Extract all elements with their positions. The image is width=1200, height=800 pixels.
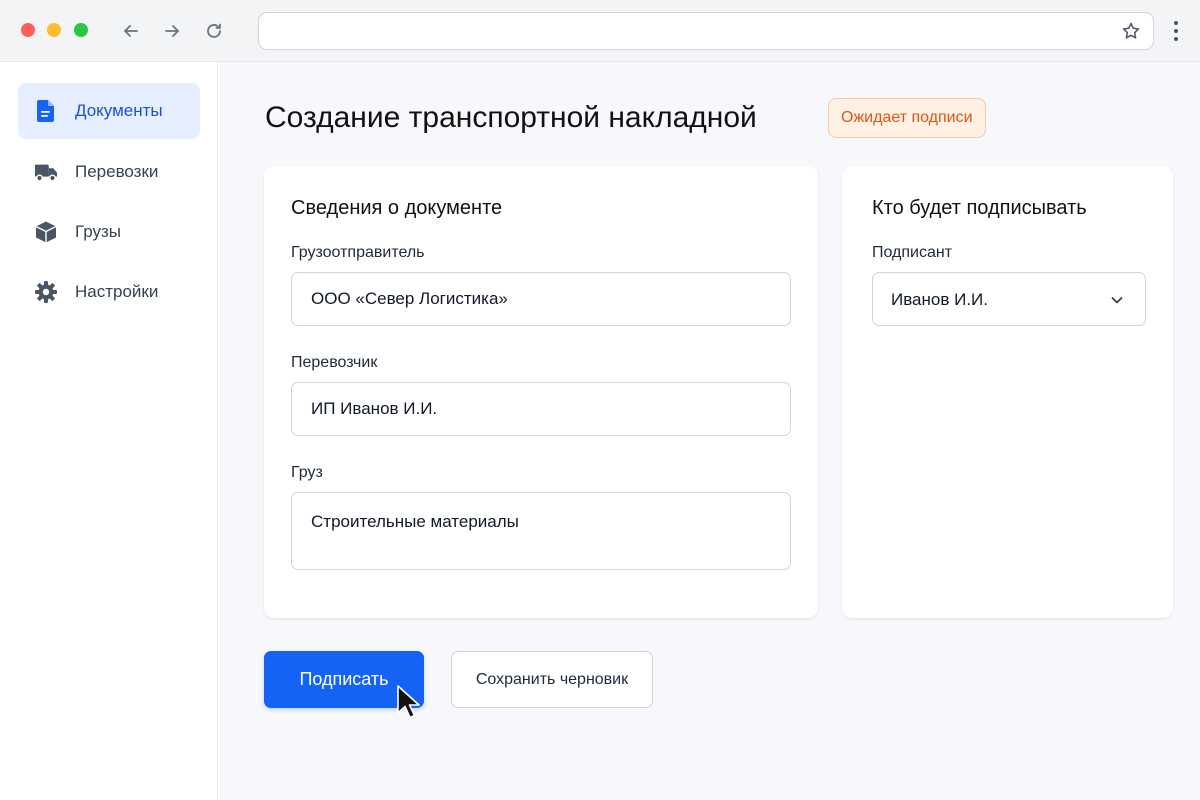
- arrow-left-icon: [124, 25, 138, 37]
- sidebar-item-label: Грузы: [75, 222, 122, 241]
- dot-icon: [1174, 21, 1178, 25]
- close-window-button[interactable]: [21, 23, 35, 37]
- bookmark-star-icon[interactable]: [1121, 21, 1141, 41]
- browser-menu-button[interactable]: [1166, 18, 1186, 44]
- url-input[interactable]: [271, 13, 1101, 49]
- main-content: Создание транспортной накладной Ожидает …: [219, 62, 1200, 800]
- gear-icon: [34, 280, 58, 304]
- maximize-window-button[interactable]: [74, 23, 88, 37]
- carrier-label: Перевозчик: [291, 354, 378, 371]
- sign-button[interactable]: Подписать: [264, 651, 424, 708]
- document-details-card: Сведения о документе Грузоотправитель Пе…: [264, 166, 818, 618]
- sidebar-item-shipments[interactable]: Перевозки: [18, 144, 200, 200]
- forward-button[interactable]: [157, 16, 187, 46]
- signer-selected-value: Иванов И.И.: [891, 290, 988, 309]
- sidebar-item-cargo[interactable]: Грузы: [18, 204, 200, 260]
- sidebar-item-settings[interactable]: Настройки: [18, 264, 200, 320]
- address-bar: [258, 12, 1154, 50]
- status-badge: Ожидает подписи: [828, 98, 986, 138]
- chevron-down-icon: [1111, 297, 1123, 304]
- dot-icon: [1174, 37, 1178, 41]
- dot-icon: [1174, 29, 1178, 33]
- save-draft-button[interactable]: Сохранить черновик: [451, 651, 653, 708]
- sidebar: Документы Перевозки Грузы Настройки: [0, 62, 218, 800]
- cargo-label: Груз: [291, 464, 323, 481]
- reload-button[interactable]: [199, 16, 229, 46]
- card-title: Кто будет подписывать: [872, 197, 1087, 219]
- carrier-input[interactable]: [291, 382, 791, 436]
- shipper-input[interactable]: [291, 272, 791, 326]
- box-icon: [34, 220, 58, 244]
- browser-toolbar: [0, 0, 1200, 62]
- minimize-window-button[interactable]: [47, 23, 61, 37]
- reload-icon: [207, 23, 221, 38]
- sidebar-item-label: Настройки: [75, 282, 159, 301]
- signer-select[interactable]: Иванов И.И.: [872, 272, 1146, 326]
- card-title: Сведения о документе: [291, 197, 503, 219]
- arrow-right-icon: [165, 25, 179, 37]
- sidebar-item-documents[interactable]: Документы: [18, 83, 200, 139]
- back-button[interactable]: [116, 16, 146, 46]
- signer-label: Подписант: [872, 244, 953, 261]
- cargo-textarea[interactable]: Строительные материалы: [291, 492, 791, 570]
- document-icon: [34, 99, 58, 123]
- shipper-label: Грузоотправитель: [291, 244, 425, 261]
- truck-icon: [34, 160, 58, 184]
- page-title: Создание транспортной накладной: [265, 101, 757, 134]
- sidebar-item-label: Перевозки: [75, 162, 159, 181]
- signer-card: Кто будет подписывать Подписант Иванов И…: [842, 166, 1173, 618]
- sidebar-item-label: Документы: [75, 101, 163, 120]
